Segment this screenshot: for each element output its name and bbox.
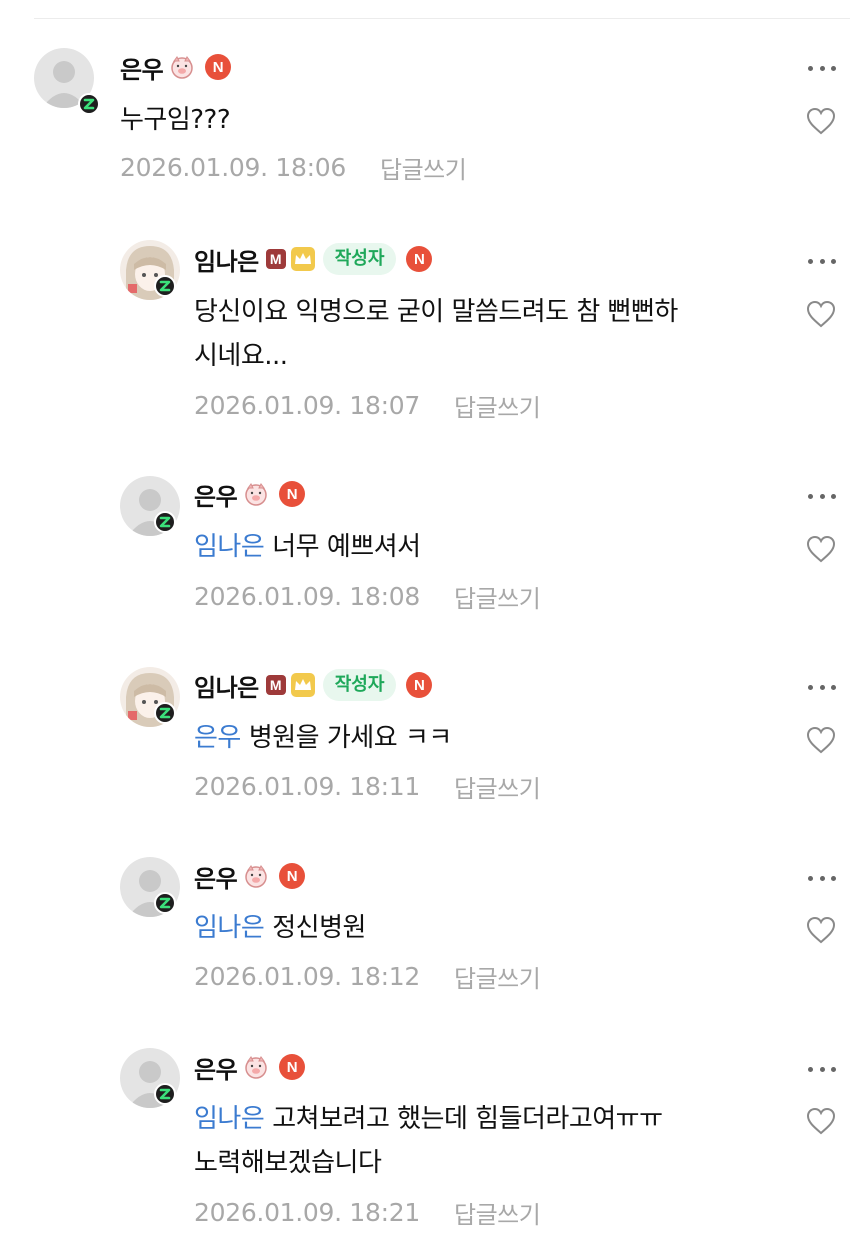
pig-face-icon	[169, 54, 195, 80]
comment-date: 2026.01.09. 18:07	[194, 391, 420, 420]
comment-text: 임나은 정신병원	[194, 906, 366, 950]
manager-m-icon: M	[265, 249, 286, 269]
comment-date: 2026.01.09. 18:06	[120, 153, 346, 182]
comment-text-line: 노력해보겠습니다	[194, 1148, 382, 1178]
comment-date: 2026.01.09. 18:21	[194, 1198, 420, 1227]
pig-face-icon	[243, 481, 269, 507]
comment-text-line: 정신병원	[272, 913, 366, 943]
comment-text: 은우 병원을 가세요 ㅋㅋ	[194, 716, 452, 760]
z-level-icon	[154, 892, 176, 914]
comment-text-line: 고쳐보려고 했는데 힘들더라고여ㅠㅠ	[272, 1104, 663, 1134]
n-badge-icon: N	[279, 863, 306, 889]
author-tag: 작성자	[322, 669, 397, 701]
comment-header: 은우 N	[194, 477, 306, 512]
nickname[interactable]: 은우	[120, 50, 164, 85]
heart-icon[interactable]	[806, 535, 836, 563]
comment-text-line: 시네요...	[194, 341, 288, 371]
heart-icon[interactable]	[806, 107, 836, 135]
comment-meta: 2026.01.09. 18:12 답글쓰기	[194, 959, 541, 994]
comment-text-line: 병원을 가세요 ㅋㅋ	[248, 723, 452, 753]
comment-header: 임나은 M 작성자 N	[194, 668, 433, 703]
nickname[interactable]: 임나은	[194, 242, 259, 277]
comment-text: 누구임???	[120, 98, 231, 142]
reply-button[interactable]: 답글쓰기	[454, 1195, 541, 1230]
pig-face-icon	[243, 1054, 269, 1080]
more-options-icon[interactable]	[808, 683, 836, 691]
z-level-icon	[154, 511, 176, 533]
author-tag: 작성자	[322, 243, 397, 275]
comment-text: 당신이요 익명으로 굳이 말씀드려도 참 뻔뻔하 시네요...	[194, 290, 678, 378]
reply-button[interactable]: 답글쓰기	[454, 579, 541, 614]
n-badge-icon: N	[406, 246, 433, 272]
nickname[interactable]: 은우	[194, 477, 238, 512]
comment-date: 2026.01.09. 18:11	[194, 772, 420, 801]
comment-header: 은우 N	[120, 50, 232, 85]
more-options-icon[interactable]	[808, 64, 836, 72]
comment-date: 2026.01.09. 18:12	[194, 962, 420, 991]
comment-meta: 2026.01.09. 18:21 답글쓰기	[194, 1195, 541, 1230]
more-options-icon[interactable]	[808, 492, 836, 500]
nickname[interactable]: 임나은	[194, 668, 259, 703]
reply-button[interactable]: 답글쓰기	[454, 769, 541, 804]
reply-button[interactable]: 답글쓰기	[454, 388, 541, 423]
nickname[interactable]: 은우	[194, 859, 238, 894]
manager-m-icon: M	[265, 675, 286, 695]
n-badge-icon: N	[205, 54, 232, 80]
pig-face-icon	[243, 863, 269, 889]
z-level-icon	[154, 1083, 176, 1105]
heart-icon[interactable]	[806, 300, 836, 328]
mention-link[interactable]: 임나은	[194, 532, 265, 562]
heart-icon[interactable]	[806, 726, 836, 754]
mention-link[interactable]: 임나은	[194, 913, 265, 943]
comment-meta: 2026.01.09. 18:06 답글쓰기	[120, 150, 467, 185]
comment-text: 임나은 고쳐보려고 했는데 힘들더라고여ㅠㅠ 노력해보겠습니다	[194, 1097, 663, 1185]
reply-button[interactable]: 답글쓰기	[380, 150, 467, 185]
more-options-icon[interactable]	[808, 257, 836, 265]
heart-icon[interactable]	[806, 916, 836, 944]
mention-link[interactable]: 은우	[194, 723, 241, 753]
comment-text: 임나은 너무 예쁘셔서	[194, 525, 421, 569]
z-level-icon	[154, 275, 176, 297]
more-options-icon[interactable]	[808, 1065, 836, 1073]
crown-icon	[290, 673, 315, 697]
comment-meta: 2026.01.09. 18:11 답글쓰기	[194, 769, 541, 804]
comment-text-line: 누구임???	[120, 105, 231, 135]
comment-meta: 2026.01.09. 18:07 답글쓰기	[194, 388, 541, 423]
top-divider	[34, 18, 850, 19]
n-badge-icon: N	[406, 672, 433, 698]
z-level-icon	[154, 702, 176, 724]
comment-meta: 2026.01.09. 18:08 답글쓰기	[194, 579, 541, 614]
comment-date: 2026.01.09. 18:08	[194, 582, 420, 611]
comment-header: 임나은 M 작성자 N	[194, 242, 433, 277]
mention-link[interactable]: 임나은	[194, 1104, 265, 1134]
comment-text-line: 당신이요 익명으로 굳이 말씀드려도 참 뻔뻔하	[194, 297, 678, 327]
reply-button[interactable]: 답글쓰기	[454, 959, 541, 994]
heart-icon[interactable]	[806, 1107, 836, 1135]
crown-icon	[290, 247, 315, 271]
z-level-icon	[78, 93, 100, 115]
comment-text-line: 너무 예쁘셔서	[272, 532, 421, 562]
n-badge-icon: N	[279, 1054, 306, 1080]
n-badge-icon: N	[279, 481, 306, 507]
comment-header: 은우 N	[194, 859, 306, 894]
more-options-icon[interactable]	[808, 874, 836, 882]
nickname[interactable]: 은우	[194, 1050, 238, 1085]
comment-header: 은우 N	[194, 1050, 306, 1085]
